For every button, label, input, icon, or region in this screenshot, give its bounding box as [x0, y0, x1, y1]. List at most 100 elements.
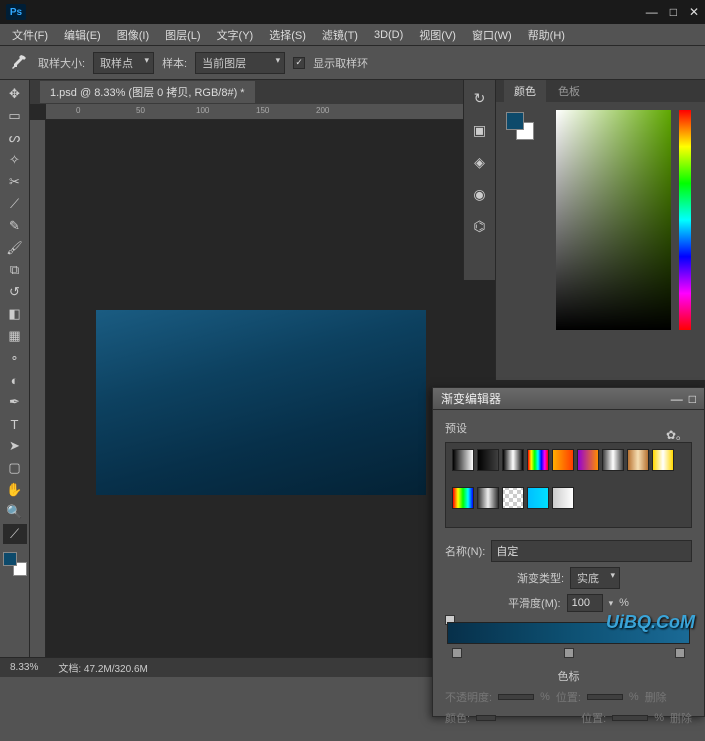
gradient-preset[interactable] — [577, 449, 599, 471]
gradient-name-input[interactable]: 自定 — [491, 540, 692, 562]
ruler-vertical — [30, 120, 46, 657]
gradient-preset[interactable] — [477, 487, 499, 509]
history-icon[interactable]: ↻ — [470, 88, 490, 108]
menu-filter[interactable]: 滤镜(T) — [316, 25, 364, 45]
sample-size-dropdown[interactable]: 取样点 — [93, 52, 154, 74]
docinfo-value: 47.2M/320.6M — [84, 664, 148, 675]
menu-edit[interactable]: 编辑(E) — [58, 25, 107, 45]
crop-tool[interactable]: ✂ — [3, 172, 27, 192]
gradient-presets — [445, 442, 692, 528]
dialog-title: 渐变编辑器 — [441, 390, 501, 407]
healing-brush-tool[interactable]: ✎ — [3, 216, 27, 236]
gradient-stops — [447, 648, 690, 660]
hue-slider[interactable] — [679, 110, 691, 330]
hand-tool[interactable]: ✋ — [3, 480, 27, 500]
color-field[interactable] — [556, 110, 671, 330]
tab-swatches[interactable]: 色板 — [548, 80, 590, 102]
move-tool[interactable]: ✥ — [3, 84, 27, 104]
gradient-type-dropdown[interactable]: 实底 — [570, 567, 620, 589]
magic-wand-tool[interactable]: ✧ — [3, 150, 27, 170]
ps-logo: Ps — [6, 4, 26, 20]
pen-tool[interactable]: ✒ — [3, 392, 27, 412]
eyedropper-tool[interactable]: ⟋ — [3, 194, 27, 214]
gradient-preset[interactable] — [602, 449, 624, 471]
tools-panel: ✥ ▭ ᔕ ✧ ✂ ⟋ ✎ 🖌 ⧉ ↺ ◧ ▦ ∘ ◐ ✒ T ➤ ▢ ✋ 🔍 … — [0, 80, 30, 657]
gradient-preset[interactable] — [452, 449, 474, 471]
sample-layer-dropdown[interactable]: 当前图层 — [195, 52, 285, 74]
position-label-2: 位置: — [581, 710, 606, 726]
eraser-tool[interactable]: ◧ — [3, 304, 27, 324]
gradient-preset[interactable] — [527, 487, 549, 509]
name-label: 名称(N): — [445, 543, 485, 559]
color-swatches[interactable] — [3, 552, 27, 576]
menu-window[interactable]: 窗口(W) — [466, 25, 518, 45]
brush-tool[interactable]: 🖌 — [3, 238, 27, 258]
color-panel: 颜色 色板 — [495, 80, 705, 380]
gradient-preset[interactable] — [652, 449, 674, 471]
presets-label: 预设 — [445, 420, 467, 436]
marquee-tool[interactable]: ▭ — [3, 106, 27, 126]
opacity-label: 不透明度: — [445, 689, 492, 705]
presets-gear-icon[interactable]: ✿｡ — [666, 426, 682, 443]
gradient-preset[interactable] — [452, 487, 474, 509]
document-tab[interactable]: 1.psd @ 8.33% (图层 0 拷贝, RGB/8#) * — [40, 81, 255, 103]
stops-section-label: 色标 — [445, 668, 692, 684]
menu-3d[interactable]: 3D(D) — [368, 27, 409, 43]
gradient-preset[interactable] — [502, 487, 524, 509]
lasso-tool[interactable]: ᔕ — [3, 128, 27, 148]
gradient-preset[interactable] — [527, 449, 549, 471]
sample-label: 样本: — [162, 55, 187, 71]
gradient-preset[interactable] — [552, 449, 574, 471]
sample-size-label: 取样大小: — [38, 55, 85, 71]
dialog-minimize-icon[interactable]: — — [671, 392, 683, 406]
tab-color[interactable]: 颜色 — [504, 80, 546, 102]
blur-tool[interactable]: ∘ — [3, 348, 27, 368]
color-stop[interactable] — [452, 648, 462, 658]
menu-image[interactable]: 图像(I) — [111, 25, 155, 45]
menu-file[interactable]: 文件(F) — [6, 25, 54, 45]
minimize-button[interactable]: — — [646, 5, 658, 19]
shape-tool[interactable]: ▢ — [3, 458, 27, 478]
zoom-tool[interactable]: 🔍 — [3, 502, 27, 522]
menu-type[interactable]: 文字(Y) — [211, 25, 260, 45]
canvas-image — [96, 310, 426, 495]
dialog-maximize-icon[interactable]: □ — [689, 392, 696, 406]
color-picker-swatch — [476, 715, 496, 721]
menu-layer[interactable]: 图层(L) — [159, 25, 206, 45]
channels-icon[interactable]: ◉ — [470, 184, 490, 204]
type-tool[interactable]: T — [3, 414, 27, 434]
foreground-swatch[interactable] — [3, 552, 17, 566]
history-brush-tool[interactable]: ↺ — [3, 282, 27, 302]
menubar: 文件(F) 编辑(E) 图像(I) 图层(L) 文字(Y) 选择(S) 滤镜(T… — [0, 24, 705, 46]
menu-select[interactable]: 选择(S) — [263, 25, 312, 45]
smoothness-input[interactable]: 100 — [567, 594, 603, 612]
color-stop[interactable] — [675, 648, 685, 658]
show-ring-checkbox[interactable]: ✓ — [293, 57, 305, 69]
gradient-preset[interactable] — [552, 487, 574, 509]
layers-icon[interactable]: ◈ — [470, 152, 490, 172]
gradient-tool[interactable]: ▦ — [3, 326, 27, 346]
clone-stamp-tool[interactable]: ⧉ — [3, 260, 27, 280]
gradient-preset[interactable] — [502, 449, 524, 471]
path-select-tool[interactable]: ➤ — [3, 436, 27, 456]
gradient-preset[interactable] — [627, 449, 649, 471]
dialog-titlebar[interactable]: 渐变编辑器 — □ — [433, 388, 704, 410]
panel-color-swatch[interactable] — [506, 112, 534, 140]
percent-label: % — [619, 597, 629, 609]
gradient-editor-dialog: 渐变编辑器 — □ 预设 ✿｡ 名称(N): 自定 渐变类型: 实底 — [432, 387, 705, 717]
dodge-tool[interactable]: ◐ — [3, 370, 27, 390]
gradient-preset[interactable] — [477, 449, 499, 471]
maximize-button[interactable]: □ — [670, 5, 677, 19]
menu-view[interactable]: 视图(V) — [413, 25, 462, 45]
zoom-level[interactable]: 8.33% — [10, 662, 38, 673]
position-label: 位置: — [556, 689, 581, 705]
close-button[interactable]: ✕ — [689, 5, 699, 19]
paths-icon[interactable]: ⌬ — [470, 216, 490, 236]
panel-dock: ↻ ▣ ◈ ◉ ⌬ — [463, 80, 495, 280]
show-ring-label: 显示取样环 — [313, 55, 368, 71]
active-eyedropper[interactable]: ⟋ — [3, 524, 27, 544]
properties-icon[interactable]: ▣ — [470, 120, 490, 140]
menu-help[interactable]: 帮助(H) — [522, 25, 571, 45]
docinfo-label: 文档: — [58, 664, 81, 675]
color-stop[interactable] — [564, 648, 574, 658]
